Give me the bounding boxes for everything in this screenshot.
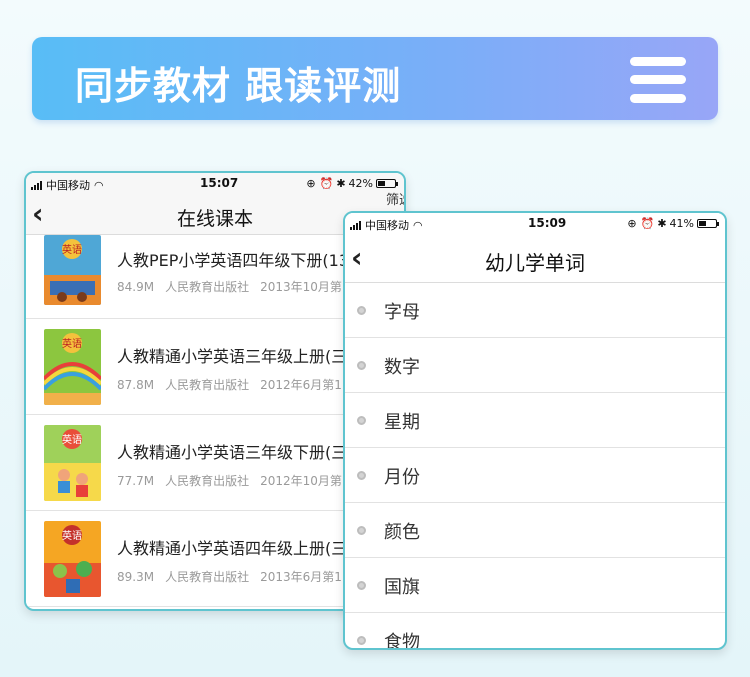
word-label: 食物 bbox=[384, 632, 420, 650]
book-cover-image: 英语 bbox=[44, 329, 101, 405]
page-title: 幼儿学单词 bbox=[485, 251, 585, 275]
book-publisher: 人民教育出版社 bbox=[165, 570, 250, 584]
status-bar: 中国移动 ◠ 15:07 ⊕ ⏰ ✱ 42% bbox=[26, 173, 404, 195]
list-item[interactable]: 数字 bbox=[345, 338, 725, 393]
battery-icon bbox=[697, 219, 719, 228]
list-item[interactable]: 字母 bbox=[345, 283, 725, 338]
signal-icon bbox=[350, 220, 362, 230]
svg-text:英语: 英语 bbox=[62, 243, 82, 256]
signal-icon bbox=[31, 180, 43, 190]
battery-icon bbox=[376, 179, 398, 188]
book-title: 人教精通小学英语三年级下册(三 bbox=[117, 443, 348, 462]
status-time: 15:09 bbox=[528, 216, 567, 230]
word-label: 国旗 bbox=[384, 577, 420, 598]
bullet-radio-icon bbox=[357, 636, 366, 645]
svg-text:英语: 英语 bbox=[62, 337, 82, 350]
list-item[interactable]: 食物 bbox=[345, 613, 725, 650]
lock-rotation-icon: ⊕ bbox=[306, 177, 316, 190]
list-item[interactable]: 月份 bbox=[345, 448, 725, 503]
book-publisher: 人民教育出版社 bbox=[165, 474, 250, 488]
book-title: 人教精通小学英语三年级上册(三 bbox=[117, 347, 348, 366]
nav-bar: ‹ 幼儿学单词 bbox=[345, 235, 725, 283]
book-cover-image: 英语 bbox=[44, 235, 101, 305]
book-size: 87.8M bbox=[117, 378, 155, 392]
bullet-radio-icon bbox=[357, 416, 366, 425]
book-date: 2013年6月第1 bbox=[260, 570, 342, 584]
bullet-radio-icon bbox=[357, 306, 366, 315]
bullet-radio-icon bbox=[357, 361, 366, 370]
book-publisher: 人民教育出版社 bbox=[165, 378, 250, 392]
banner-title: 同步教材 跟读评测 bbox=[75, 64, 402, 108]
alarm-icon: ⏰ bbox=[640, 217, 655, 230]
wifi-icon: ◠ bbox=[413, 218, 423, 232]
svg-text:英语: 英语 bbox=[62, 529, 82, 542]
list-item[interactable]: 颜色 bbox=[345, 503, 725, 558]
book-meta: 89.3M 人民教育出版社 2013年6月第1 bbox=[117, 568, 353, 585]
book-publisher: 人民教育出版社 bbox=[165, 280, 250, 294]
book-date: 2012年6月第1 bbox=[260, 378, 342, 392]
list-item[interactable]: 国旗 bbox=[345, 558, 725, 613]
hamburger-menu-icon[interactable] bbox=[630, 57, 686, 103]
bullet-radio-icon bbox=[357, 526, 366, 535]
book-meta: 77.7M 人民教育出版社 2012年10月第 bbox=[117, 472, 353, 489]
wifi-icon: ◠ bbox=[94, 178, 104, 192]
battery-percent: 42% bbox=[348, 177, 373, 190]
book-meta: 84.9M 人民教育出版社 2013年10月第 bbox=[117, 278, 353, 295]
book-meta: 87.8M 人民教育出版社 2012年6月第1 bbox=[117, 376, 353, 393]
word-label: 月份 bbox=[384, 467, 420, 488]
svg-text:英语: 英语 bbox=[62, 433, 82, 446]
list-item[interactable]: 星期 bbox=[345, 393, 725, 448]
carrier-label: 中国移动 bbox=[365, 219, 409, 232]
book-size: 77.7M bbox=[117, 474, 155, 488]
bullet-radio-icon bbox=[357, 471, 366, 480]
book-date: 2012年10月第 bbox=[260, 474, 342, 488]
bluetooth-icon: ✱ bbox=[657, 217, 667, 230]
lock-rotation-icon: ⊕ bbox=[627, 217, 637, 230]
word-label: 字母 bbox=[384, 302, 420, 323]
book-title: 人教PEP小学英语四年级下册(13 bbox=[117, 251, 350, 270]
bluetooth-icon: ✱ bbox=[336, 177, 346, 190]
status-bar: 中国移动 ◠ 15:09 ⊕ ⏰ ✱ 41% bbox=[345, 213, 725, 235]
filter-button[interactable]: 筛选 bbox=[386, 189, 404, 208]
bullet-radio-icon bbox=[357, 581, 366, 590]
word-label: 星期 bbox=[384, 412, 420, 433]
word-label: 数字 bbox=[384, 357, 420, 378]
book-cover-image: 英语 bbox=[44, 425, 101, 501]
banner: 同步教材 跟读评测 bbox=[32, 37, 718, 120]
book-size: 89.3M bbox=[117, 570, 155, 584]
carrier-label: 中国移动 bbox=[46, 179, 90, 192]
status-time: 15:07 bbox=[200, 176, 239, 190]
word-label: 颜色 bbox=[384, 522, 420, 543]
alarm-icon: ⏰ bbox=[319, 177, 334, 190]
book-cover-image: 英语 bbox=[44, 521, 101, 597]
book-title: 人教精通小学英语四年级上册(三 bbox=[117, 539, 348, 558]
book-size: 84.9M bbox=[117, 280, 155, 294]
book-date: 2013年10月第 bbox=[260, 280, 342, 294]
battery-percent: 41% bbox=[669, 217, 694, 230]
phone-kids-words: 中国移动 ◠ 15:09 ⊕ ⏰ ✱ 41% ‹ 幼儿学单词 字母 数字 星期 … bbox=[343, 211, 727, 650]
